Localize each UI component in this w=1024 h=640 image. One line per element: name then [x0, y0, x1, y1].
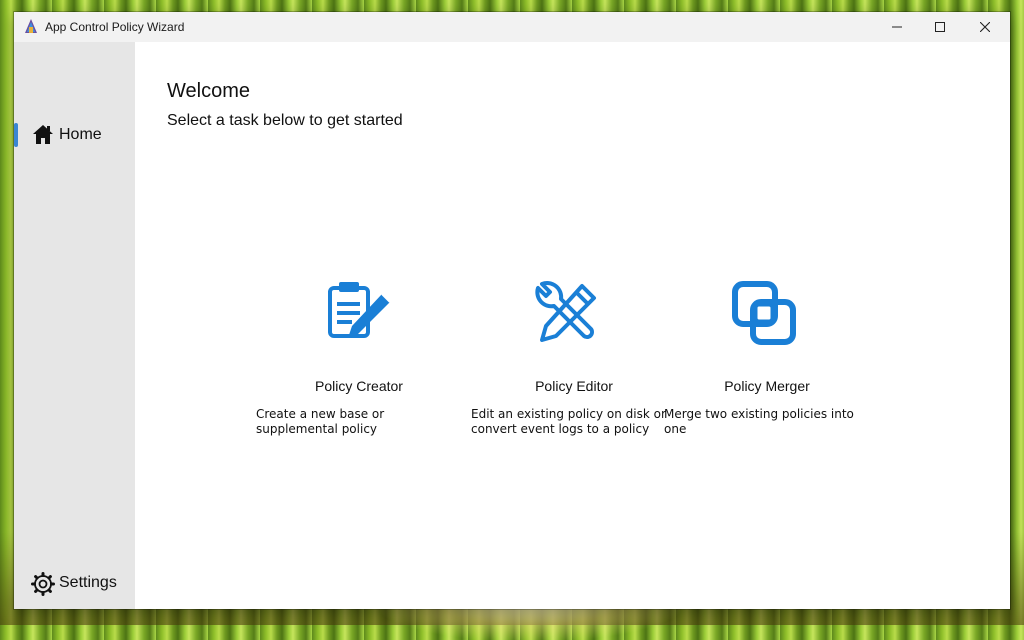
sidebar-item-settings[interactable]: Settings [14, 569, 135, 599]
card-description: Edit an existing policy on disk or conve… [471, 407, 666, 436]
policy-merger-card[interactable]: Policy Merger Merge two existing policie… [664, 268, 870, 448]
maximize-button[interactable] [917, 12, 963, 42]
maximize-icon [935, 22, 945, 32]
close-icon [980, 22, 990, 32]
app-window: App Control Policy Wizard Home Settings … [14, 12, 1010, 609]
sidebar-item-label: Settings [59, 574, 117, 591]
policy-creator-card[interactable]: Policy Creator Create a new base or supp… [256, 268, 462, 448]
sidebar-item-home[interactable]: Home [14, 120, 135, 150]
home-icon [33, 125, 53, 144]
card-title: Policy Creator [315, 378, 403, 394]
card-description: Merge two existing policies into one [664, 407, 854, 436]
policy-editor-card[interactable]: Policy Editor Edit an existing policy on… [471, 268, 677, 448]
card-title: Policy Editor [535, 378, 613, 394]
title-bar[interactable]: App Control Policy Wizard [14, 12, 1010, 42]
card-description: Create a new base or supplemental policy [256, 407, 385, 436]
minimize-icon [892, 26, 902, 28]
card-title: Policy Merger [724, 378, 810, 394]
page-subtitle: Select a task below to get started [167, 112, 403, 129]
gear-icon [31, 572, 55, 596]
wrench-pencil-icon [535, 281, 596, 342]
clipboard-pencil-icon [328, 282, 391, 338]
minimize-button[interactable] [874, 12, 920, 42]
navigation-sidebar: Home Settings [14, 42, 135, 609]
sidebar-item-label: Home [59, 126, 102, 143]
merge-squares-icon [732, 281, 796, 345]
close-button[interactable] [962, 12, 1008, 42]
app-logo-icon [25, 19, 37, 33]
window-title: App Control Policy Wizard [45, 20, 185, 34]
main-content: Welcome Select a task below to get start… [135, 42, 1010, 609]
page-title: Welcome [167, 80, 250, 102]
selection-indicator [14, 123, 18, 147]
